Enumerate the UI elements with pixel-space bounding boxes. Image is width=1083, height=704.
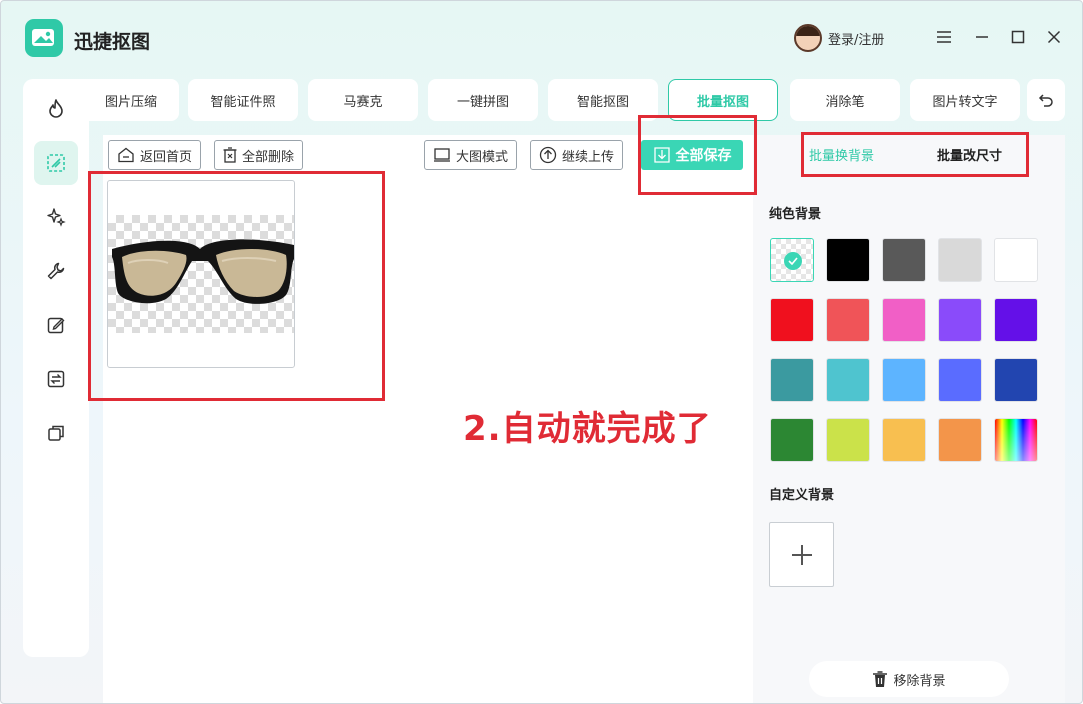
app-logo-icon bbox=[25, 19, 63, 57]
monitor-icon bbox=[433, 147, 451, 163]
upload-icon bbox=[539, 146, 557, 164]
color-swatch[interactable] bbox=[770, 358, 814, 402]
app-title: 迅捷抠图 bbox=[74, 31, 151, 53]
tab-mosaic[interactable]: 马赛克 bbox=[308, 79, 418, 121]
convert-icon[interactable] bbox=[34, 357, 78, 401]
color-swatch[interactable] bbox=[994, 418, 1038, 462]
delete-icon bbox=[223, 147, 237, 163]
color-swatch[interactable] bbox=[938, 418, 982, 462]
highlight-thumbnail bbox=[88, 171, 385, 401]
close-icon[interactable] bbox=[1044, 27, 1064, 47]
large-image-mode-button[interactable]: 大图模式 bbox=[424, 140, 518, 170]
edit-icon[interactable] bbox=[34, 303, 78, 347]
maximize-icon[interactable] bbox=[1008, 27, 1028, 47]
delete-all-button[interactable]: 全部删除 bbox=[214, 140, 304, 170]
remove-background-button[interactable]: 移除背景 bbox=[809, 661, 1009, 697]
tab-image-compress[interactable]: 图片压缩 bbox=[69, 79, 179, 121]
app-window: 迅捷抠图 登录/注册 图片压缩 智能证件照 马赛克 一键拼图 智能抠图 批量抠图… bbox=[0, 0, 1083, 704]
copy-icon[interactable] bbox=[34, 411, 78, 455]
continue-upload-button[interactable]: 继续上传 bbox=[530, 140, 624, 170]
color-swatch[interactable] bbox=[938, 238, 982, 282]
undo-button[interactable] bbox=[1027, 79, 1065, 121]
color-swatch[interactable] bbox=[770, 238, 814, 282]
wrench-icon[interactable] bbox=[34, 249, 78, 293]
color-swatch[interactable] bbox=[826, 298, 870, 342]
custom-background-heading: 自定义背景 bbox=[769, 488, 835, 503]
tab-id-photo[interactable]: 智能证件照 bbox=[188, 79, 298, 121]
title-bar: 迅捷抠图 登录/注册 bbox=[1, 1, 1082, 75]
feature-tabs: 图片压缩 智能证件照 马赛克 一键拼图 智能抠图 批量抠图 消除笔 图片转文字 bbox=[69, 79, 1081, 123]
tab-image-to-text[interactable]: 图片转文字 bbox=[910, 79, 1020, 121]
login-area[interactable]: 登录/注册 bbox=[794, 23, 884, 53]
highlight-save-all bbox=[638, 115, 757, 195]
undo-icon bbox=[1038, 94, 1053, 107]
color-swatch[interactable] bbox=[938, 358, 982, 402]
color-swatch[interactable] bbox=[882, 298, 926, 342]
trash-icon bbox=[872, 670, 888, 688]
tab-collage[interactable]: 一键拼图 bbox=[428, 79, 538, 121]
color-swatch[interactable] bbox=[938, 298, 982, 342]
login-register-link[interactable]: 登录/注册 bbox=[828, 29, 884, 48]
color-swatch[interactable] bbox=[826, 418, 870, 462]
color-swatch[interactable] bbox=[882, 238, 926, 282]
color-swatch[interactable] bbox=[770, 418, 814, 462]
right-panel: 批量换背景 批量改尺寸 纯色背景 自定义背景 移除背景 bbox=[753, 135, 1065, 703]
color-swatch[interactable] bbox=[826, 238, 870, 282]
color-swatch[interactable] bbox=[994, 298, 1038, 342]
plus-icon bbox=[791, 544, 812, 565]
minimize-icon[interactable] bbox=[972, 27, 992, 47]
avatar[interactable] bbox=[794, 24, 822, 52]
sparkle-icon[interactable] bbox=[34, 195, 78, 239]
color-swatch[interactable] bbox=[994, 358, 1038, 402]
tab-eraser[interactable]: 消除笔 bbox=[790, 79, 900, 121]
annotation-text: 2.自动就完成了 bbox=[463, 409, 712, 449]
color-swatch[interactable] bbox=[994, 238, 1038, 282]
color-swatch[interactable] bbox=[770, 298, 814, 342]
left-sidebar bbox=[23, 79, 89, 657]
color-swatch[interactable] bbox=[882, 358, 926, 402]
batch-cutout-icon[interactable] bbox=[34, 141, 78, 185]
solid-background-heading: 纯色背景 bbox=[769, 207, 822, 222]
back-home-button[interactable]: 返回首页 bbox=[108, 140, 202, 170]
highlight-right-tabs bbox=[801, 132, 1029, 177]
color-swatch[interactable] bbox=[882, 418, 926, 462]
add-custom-background-button[interactable] bbox=[769, 522, 834, 587]
menu-icon[interactable] bbox=[934, 27, 954, 47]
home-icon bbox=[117, 147, 135, 163]
check-icon bbox=[784, 252, 802, 270]
color-swatch[interactable] bbox=[826, 358, 870, 402]
